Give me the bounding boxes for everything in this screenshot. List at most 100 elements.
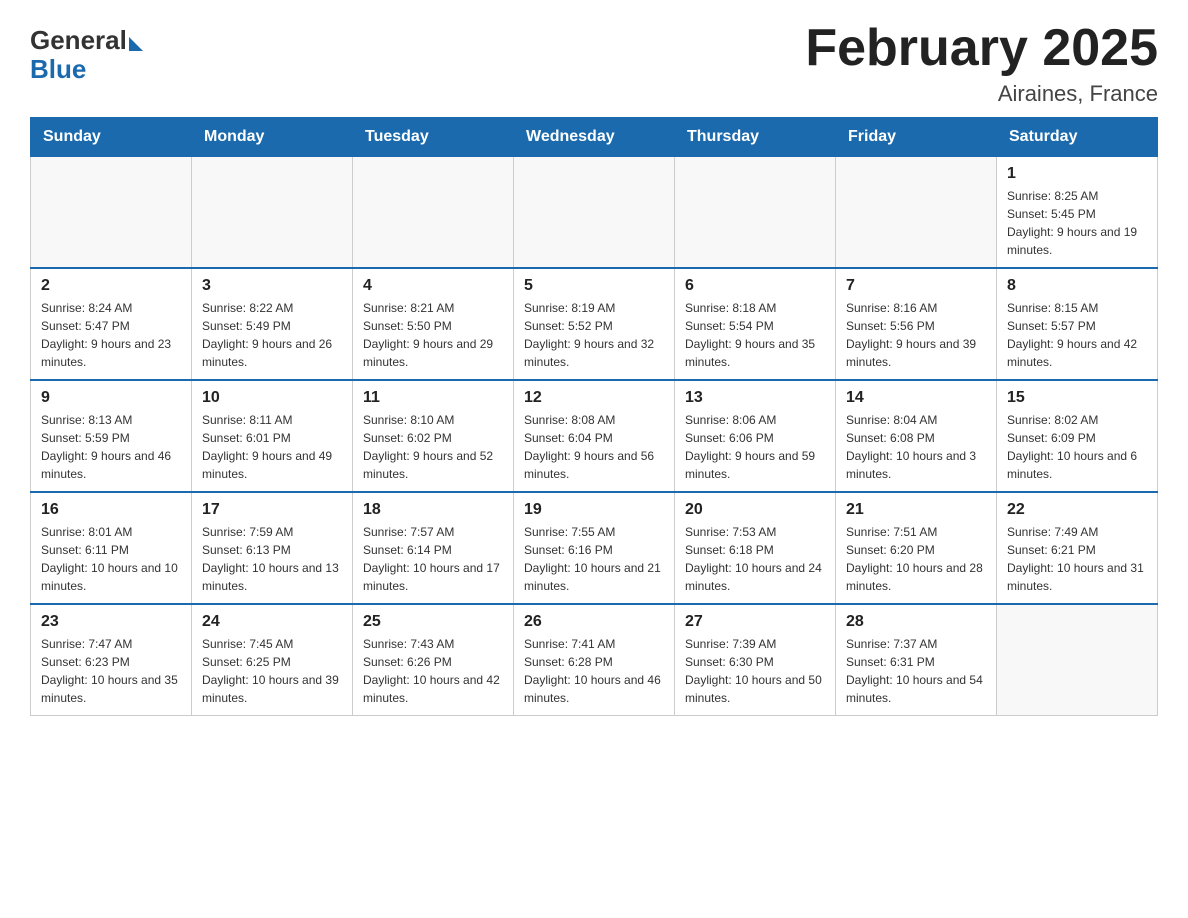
day-cell: 15 Sunrise: 8:02 AM Sunset: 6:09 PM Dayli… [997, 380, 1158, 492]
day-cell: 20 Sunrise: 7:53 AM Sunset: 6:18 PM Dayli… [675, 492, 836, 604]
logo-general-text: General [30, 25, 127, 56]
day-cell: 2 Sunrise: 8:24 AM Sunset: 5:47 PM Daylig… [31, 268, 192, 380]
day-number: 25 [363, 613, 503, 631]
day-cell: 18Sunrise: 7:57 AM Sunset: 6:14 PM Dayli… [353, 492, 514, 604]
day-number: 12 [524, 389, 664, 407]
page-header: General Blue February 2025 Airaines, Fra… [30, 20, 1158, 107]
day-info: Sunrise: 7:55 AM Sunset: 6:16 PM Dayligh… [524, 523, 664, 595]
day-number: 1 [1007, 165, 1147, 183]
day-info: Sunrise: 8:24 AM Sunset: 5:47 PM Dayligh… [41, 299, 181, 371]
day-cell: 26 Sunrise: 7:41 AM Sunset: 6:28 PM Dayli… [514, 604, 675, 716]
day-number: 13 [685, 389, 825, 407]
day-cell [997, 604, 1158, 716]
day-number: 7 [846, 277, 986, 295]
day-number: 22 [1007, 501, 1147, 519]
day-info: Sunrise: 7:39 AM Sunset: 6:30 PM Dayligh… [685, 635, 825, 707]
day-number: 3 [202, 277, 342, 295]
day-info: Sunrise: 8:01 AM Sunset: 6:11 PM Dayligh… [41, 523, 181, 595]
day-info: Sunrise: 7:47 AM Sunset: 6:23 PM Dayligh… [41, 635, 181, 707]
logo-blue-text: Blue [30, 54, 86, 85]
day-cell: 24 Sunrise: 7:45 AM Sunset: 6:25 PM Dayli… [192, 604, 353, 716]
day-info: Sunrise: 8:06 AM Sunset: 6:06 PM Dayligh… [685, 411, 825, 483]
column-header-tuesday: Tuesday [353, 118, 514, 157]
calendar-header-row: SundayMondayTuesdayWednesdayThursdayFrid… [31, 118, 1158, 157]
day-cell [353, 157, 514, 269]
day-info: Sunrise: 8:25 AM Sunset: 5:45 PM Dayligh… [1007, 187, 1147, 259]
column-header-thursday: Thursday [675, 118, 836, 157]
day-cell: 3Sunrise: 8:22 AM Sunset: 5:49 PM Daylig… [192, 268, 353, 380]
day-number: 19 [524, 501, 664, 519]
day-cell: 1 Sunrise: 8:25 AM Sunset: 5:45 PM Daylig… [997, 157, 1158, 269]
day-cell: 27 Sunrise: 7:39 AM Sunset: 6:30 PM Dayli… [675, 604, 836, 716]
day-number: 5 [524, 277, 664, 295]
day-cell: 16 Sunrise: 8:01 AM Sunset: 6:11 PM Dayli… [31, 492, 192, 604]
day-info: Sunrise: 7:43 AM Sunset: 6:26 PM Dayligh… [363, 635, 503, 707]
day-info: Sunrise: 8:15 AM Sunset: 5:57 PM Dayligh… [1007, 299, 1147, 371]
day-cell: 25 Sunrise: 7:43 AM Sunset: 6:26 PM Dayli… [353, 604, 514, 716]
day-info: Sunrise: 8:08 AM Sunset: 6:04 PM Dayligh… [524, 411, 664, 483]
day-cell: 5 Sunrise: 8:19 AM Sunset: 5:52 PM Daylig… [514, 268, 675, 380]
day-cell: 6 Sunrise: 8:18 AM Sunset: 5:54 PM Daylig… [675, 268, 836, 380]
day-info: Sunrise: 7:41 AM Sunset: 6:28 PM Dayligh… [524, 635, 664, 707]
logo: General Blue [30, 20, 143, 85]
day-cell [192, 157, 353, 269]
day-number: 2 [41, 277, 181, 295]
day-info: Sunrise: 8:13 AM Sunset: 5:59 PM Dayligh… [41, 411, 181, 483]
week-row-1: 1 Sunrise: 8:25 AM Sunset: 5:45 PM Daylig… [31, 157, 1158, 269]
day-cell: 13 Sunrise: 8:06 AM Sunset: 6:06 PM Dayli… [675, 380, 836, 492]
day-info: Sunrise: 7:57 AM Sunset: 6:14 PM Dayligh… [363, 523, 503, 595]
day-cell: 28Sunrise: 7:37 AM Sunset: 6:31 PM Dayli… [836, 604, 997, 716]
calendar-table: SundayMondayTuesdayWednesdayThursdayFrid… [30, 117, 1158, 716]
day-info: Sunrise: 8:02 AM Sunset: 6:09 PM Dayligh… [1007, 411, 1147, 483]
day-number: 16 [41, 501, 181, 519]
column-header-monday: Monday [192, 118, 353, 157]
day-number: 23 [41, 613, 181, 631]
day-info: Sunrise: 8:16 AM Sunset: 5:56 PM Dayligh… [846, 299, 986, 371]
day-number: 15 [1007, 389, 1147, 407]
day-cell [514, 157, 675, 269]
day-info: Sunrise: 8:04 AM Sunset: 6:08 PM Dayligh… [846, 411, 986, 483]
day-number: 6 [685, 277, 825, 295]
week-row-2: 2 Sunrise: 8:24 AM Sunset: 5:47 PM Daylig… [31, 268, 1158, 380]
day-cell: 10Sunrise: 8:11 AM Sunset: 6:01 PM Dayli… [192, 380, 353, 492]
day-cell [31, 157, 192, 269]
day-number: 17 [202, 501, 342, 519]
column-header-sunday: Sunday [31, 118, 192, 157]
day-info: Sunrise: 7:45 AM Sunset: 6:25 PM Dayligh… [202, 635, 342, 707]
week-row-4: 16 Sunrise: 8:01 AM Sunset: 6:11 PM Dayli… [31, 492, 1158, 604]
day-number: 9 [41, 389, 181, 407]
logo-arrow-icon [129, 37, 143, 51]
day-cell [675, 157, 836, 269]
day-number: 4 [363, 277, 503, 295]
day-info: Sunrise: 8:18 AM Sunset: 5:54 PM Dayligh… [685, 299, 825, 371]
month-title: February 2025 [805, 20, 1158, 77]
day-cell: 4 Sunrise: 8:21 AM Sunset: 5:50 PM Daylig… [353, 268, 514, 380]
location-text: Airaines, France [805, 81, 1158, 107]
day-info: Sunrise: 7:53 AM Sunset: 6:18 PM Dayligh… [685, 523, 825, 595]
day-cell: 23 Sunrise: 7:47 AM Sunset: 6:23 PM Dayli… [31, 604, 192, 716]
day-number: 21 [846, 501, 986, 519]
day-cell: 22 Sunrise: 7:49 AM Sunset: 6:21 PM Dayli… [997, 492, 1158, 604]
day-number: 14 [846, 389, 986, 407]
week-row-5: 23 Sunrise: 7:47 AM Sunset: 6:23 PM Dayli… [31, 604, 1158, 716]
day-number: 28 [846, 613, 986, 631]
day-cell: 21 Sunrise: 7:51 AM Sunset: 6:20 PM Dayli… [836, 492, 997, 604]
column-header-friday: Friday [836, 118, 997, 157]
day-number: 8 [1007, 277, 1147, 295]
column-header-saturday: Saturday [997, 118, 1158, 157]
day-info: Sunrise: 7:49 AM Sunset: 6:21 PM Dayligh… [1007, 523, 1147, 595]
day-number: 27 [685, 613, 825, 631]
day-cell: 8 Sunrise: 8:15 AM Sunset: 5:57 PM Daylig… [997, 268, 1158, 380]
day-number: 24 [202, 613, 342, 631]
day-info: Sunrise: 8:19 AM Sunset: 5:52 PM Dayligh… [524, 299, 664, 371]
day-number: 11 [363, 389, 503, 407]
day-cell: 14 Sunrise: 8:04 AM Sunset: 6:08 PM Dayli… [836, 380, 997, 492]
day-info: Sunrise: 8:21 AM Sunset: 5:50 PM Dayligh… [363, 299, 503, 371]
day-info: Sunrise: 7:51 AM Sunset: 6:20 PM Dayligh… [846, 523, 986, 595]
day-cell: 11Sunrise: 8:10 AM Sunset: 6:02 PM Dayli… [353, 380, 514, 492]
day-number: 20 [685, 501, 825, 519]
day-cell: 12 Sunrise: 8:08 AM Sunset: 6:04 PM Dayli… [514, 380, 675, 492]
column-header-wednesday: Wednesday [514, 118, 675, 157]
day-number: 26 [524, 613, 664, 631]
day-cell: 19 Sunrise: 7:55 AM Sunset: 6:16 PM Dayli… [514, 492, 675, 604]
